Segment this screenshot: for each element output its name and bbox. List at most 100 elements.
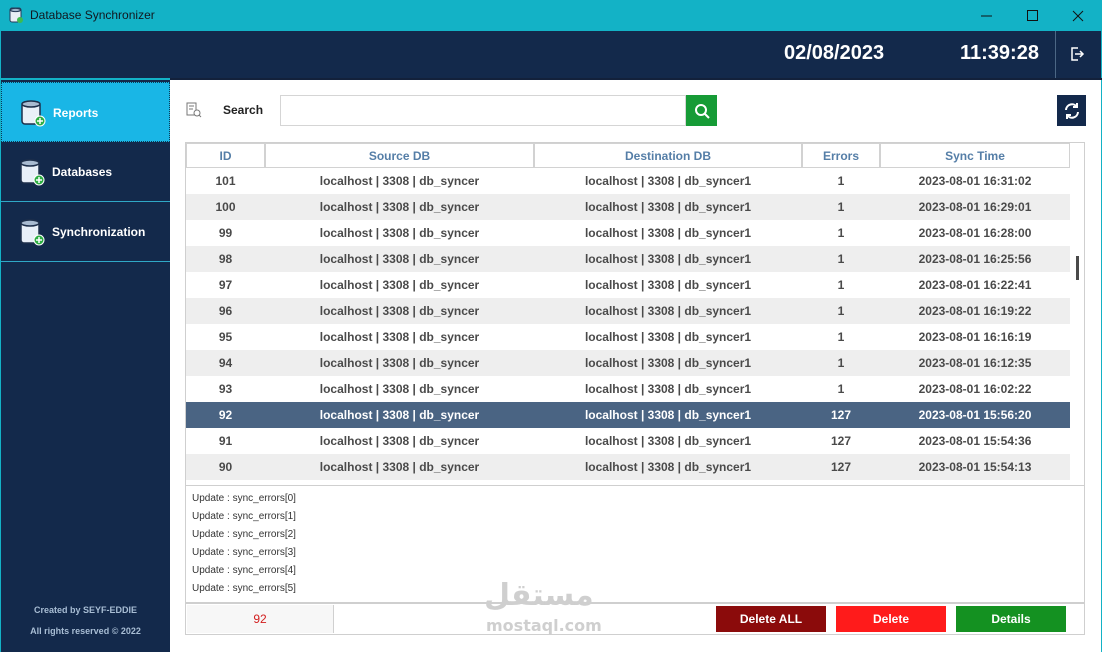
selected-id-field: 92: [187, 605, 334, 633]
sync-log: Update : sync_errors[0] Update : sync_er…: [185, 485, 1085, 603]
table-row[interactable]: 95 localhost | 3308 | db_syncer localhost …: [186, 324, 1070, 350]
cell-errors: 1: [837, 330, 845, 344]
cell-source-db: localhost | 3308 | db_syncer: [319, 408, 480, 422]
cell-destination-db: localhost | 3308 | db_syncer1: [584, 382, 752, 396]
document-search-icon: [186, 102, 202, 118]
cell-source-db: localhost | 3308 | db_syncer: [319, 226, 480, 240]
cell-sync-time: 2023-08-01 16:25:56: [918, 252, 1032, 266]
search-input[interactable]: [280, 95, 686, 126]
table-header: ID Source DB Destination DB Errors Sync …: [186, 143, 1070, 168]
log-line: Update : sync_errors[4]: [192, 565, 296, 576]
log-line: Update : sync_errors[2]: [192, 529, 296, 540]
cell-source-db: localhost | 3308 | db_syncer: [319, 278, 480, 292]
credit-copyright: All rights reserved © 2022: [30, 626, 141, 636]
cell-source-db: localhost | 3308 | db_syncer: [319, 356, 480, 370]
minimize-button[interactable]: [963, 0, 1009, 31]
cell-id: 101: [215, 174, 236, 188]
table-row[interactable]: 93 localhost | 3308 | db_syncer localhost …: [186, 376, 1070, 402]
current-date: 02/08/2023: [784, 42, 885, 64]
title-bar: Database Synchronizer: [0, 0, 1102, 31]
table-row[interactable]: 97 localhost | 3308 | db_syncer localhost …: [186, 272, 1070, 298]
cell-errors: 1: [837, 226, 845, 240]
table-row[interactable]: 101 localhost | 3308 | db_syncer localhost…: [186, 168, 1070, 194]
cell-destination-db: localhost | 3308 | db_syncer1: [584, 304, 752, 318]
scrollbar-thumb[interactable]: [1076, 256, 1079, 280]
cell-id: 91: [218, 434, 233, 448]
column-header-source-db[interactable]: Source DB: [265, 143, 534, 168]
cell-errors: 1: [837, 382, 845, 396]
sidebar-item-label: Databases: [52, 165, 113, 179]
cell-sync-time: 2023-08-01 15:54:13: [918, 460, 1032, 474]
cell-errors: 1: [837, 304, 845, 318]
database-icon: [20, 219, 45, 246]
cell-sync-time: 2023-08-01 16:28:00: [918, 226, 1032, 240]
refresh-icon: [1064, 102, 1079, 119]
cell-sync-time: 2023-08-01 16:29:01: [918, 200, 1032, 214]
cell-destination-db: localhost | 3308 | db_syncer1: [584, 174, 752, 188]
sidebar: Reports Databases Synchronization Create…: [0, 78, 170, 652]
minimize-icon: [980, 15, 992, 17]
search-label: Search: [223, 103, 264, 117]
cell-errors: 1: [837, 252, 845, 266]
table-row[interactable]: 94 localhost | 3308 | db_syncer localhost …: [186, 350, 1070, 376]
column-header-sync-time[interactable]: Sync Time: [880, 143, 1070, 168]
column-header-errors[interactable]: Errors: [802, 143, 880, 168]
cell-destination-db: localhost | 3308 | db_syncer1: [584, 200, 752, 214]
table-row[interactable]: 98 localhost | 3308 | db_syncer localhost …: [186, 246, 1070, 272]
sidebar-item-databases[interactable]: Databases: [1, 142, 170, 202]
cell-id: 96: [218, 304, 233, 318]
table-row[interactable]: 96 localhost | 3308 | db_syncer localhost …: [186, 298, 1070, 324]
cell-sync-time: 2023-08-01 15:56:20: [918, 408, 1032, 422]
cell-sync-time: 2023-08-01 15:54:36: [918, 434, 1032, 448]
cell-id: 100: [215, 200, 236, 214]
refresh-button[interactable]: [1057, 95, 1086, 126]
window-title: Database Synchronizer: [30, 8, 155, 22]
cell-id: 95: [218, 330, 233, 344]
cell-sync-time: 2023-08-01 16:22:41: [918, 278, 1032, 292]
cell-sync-time: 2023-08-01 16:12:35: [918, 356, 1032, 370]
table-row[interactable]: 91 localhost | 3308 | db_syncer localhost …: [186, 428, 1070, 454]
cell-errors: 1: [837, 200, 845, 214]
table-row[interactable]: 92 localhost | 3308 | db_syncer localhost …: [186, 402, 1070, 428]
cell-id: 98: [218, 252, 233, 266]
search-button[interactable]: [686, 95, 717, 126]
table-row[interactable]: 99 localhost | 3308 | db_syncer localhost …: [186, 220, 1070, 246]
table-row[interactable]: 90 localhost | 3308 | db_syncer localhost …: [186, 454, 1070, 480]
cell-destination-db: localhost | 3308 | db_syncer1: [584, 330, 752, 344]
sidebar-item-synchronization[interactable]: Synchronization: [1, 202, 170, 262]
watermark-latin: mostaql.com: [486, 616, 602, 635]
cell-source-db: localhost | 3308 | db_syncer: [319, 252, 480, 266]
cell-sync-time: 2023-08-01 16:02:22: [918, 382, 1032, 396]
cell-destination-db: localhost | 3308 | db_syncer1: [584, 252, 752, 266]
sidebar-item-label: Synchronization: [52, 225, 146, 239]
delete-button[interactable]: Delete: [836, 606, 946, 632]
column-header-id[interactable]: ID: [186, 143, 265, 168]
details-button[interactable]: Details: [956, 606, 1066, 632]
cell-source-db: localhost | 3308 | db_syncer: [319, 382, 480, 396]
cell-id: 99: [218, 226, 233, 240]
cell-source-db: localhost | 3308 | db_syncer: [319, 330, 480, 344]
watermark-arabic: مستقل: [484, 578, 594, 613]
database-icon: [20, 159, 45, 186]
cell-errors: 127: [830, 408, 852, 422]
credit-author: Created by SEYF-EDDIE: [33, 605, 138, 615]
header-divider: [1055, 31, 1056, 78]
delete-all-button[interactable]: Delete ALL: [716, 606, 826, 632]
log-line: Update : sync_errors[0]: [192, 493, 296, 504]
cell-id: 92: [218, 408, 233, 422]
cell-sync-time: 2023-08-01 16:31:02: [918, 174, 1032, 188]
close-button[interactable]: [1055, 0, 1101, 31]
cell-destination-db: localhost | 3308 | db_syncer1: [584, 434, 752, 448]
sidebar-item-label: Reports: [53, 106, 99, 120]
cell-source-db: localhost | 3308 | db_syncer: [319, 200, 480, 214]
cell-destination-db: localhost | 3308 | db_syncer1: [584, 460, 752, 474]
logout-icon[interactable]: [1069, 46, 1085, 62]
sidebar-item-reports[interactable]: Reports: [1, 82, 170, 142]
cell-source-db: localhost | 3308 | db_syncer: [319, 174, 480, 188]
cell-errors: 1: [837, 174, 845, 188]
cell-errors: 127: [830, 434, 852, 448]
cell-errors: 1: [837, 356, 845, 370]
table-row[interactable]: 100 localhost | 3308 | db_syncer localhost…: [186, 194, 1070, 220]
maximize-button[interactable]: [1009, 0, 1055, 31]
column-header-destination-db[interactable]: Destination DB: [534, 143, 802, 168]
